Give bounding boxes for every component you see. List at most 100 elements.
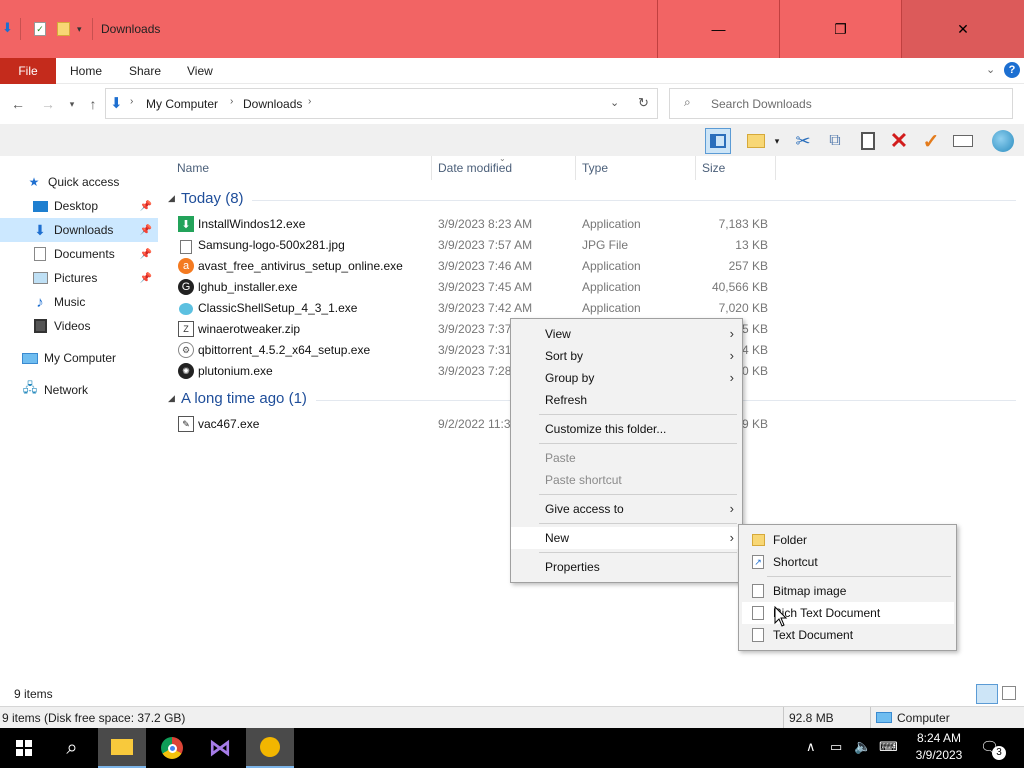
column-header-type[interactable]: Type: [576, 156, 696, 180]
menu-item-label: Paste shortcut: [545, 473, 622, 487]
menu-item-label: Paste: [545, 451, 576, 465]
new-submenu: Folder ↗ Shortcut Bitmap image Rich Text…: [738, 524, 957, 651]
nav-item-pictures[interactable]: Pictures 📌: [0, 266, 158, 290]
show-hidden-icons-icon[interactable]: ∧: [806, 739, 816, 755]
volume-icon[interactable]: 🔈: [854, 738, 871, 755]
nav-item-documents[interactable]: Documents 📌: [0, 242, 158, 266]
file-type: Application: [582, 217, 641, 231]
taskbar-installer[interactable]: [246, 728, 294, 768]
collapse-icon[interactable]: ◢: [168, 393, 175, 404]
cut-icon[interactable]: ✂: [790, 128, 816, 154]
checkmark-icon[interactable]: ✓: [918, 128, 944, 154]
menu-item-label: Give access to: [545, 502, 624, 516]
up-button[interactable]: ↑: [84, 94, 102, 114]
nav-item-desktop[interactable]: Desktop 📌: [0, 194, 158, 218]
properties-icon[interactable]: ✓: [34, 22, 46, 36]
file-row[interactable]: Samsung-logo-500x281.jpg 3/9/2023 7:57 A…: [160, 235, 780, 256]
nav-item-quick-access[interactable]: ★ Quick access: [0, 170, 158, 194]
new-folder-icon[interactable]: [57, 22, 70, 36]
back-button[interactable]: ←: [9, 94, 27, 114]
column-header-name[interactable]: Name: [171, 156, 432, 180]
breadcrumb-my-computer[interactable]: My Computer: [146, 97, 218, 111]
nav-item-my-computer[interactable]: My Computer: [0, 346, 158, 370]
delete-icon[interactable]: ✕: [886, 128, 912, 154]
collapse-icon[interactable]: ◢: [168, 193, 175, 204]
menu-item-customize-folder[interactable]: Customize this folder...: [511, 418, 742, 440]
file-row[interactable]: ⬇ InstallWindos12.exe 3/9/2023 8:23 AM A…: [160, 214, 780, 235]
pictures-icon: [32, 270, 48, 286]
paste-icon[interactable]: [855, 128, 881, 154]
nav-item-music[interactable]: ♪ Music: [0, 290, 158, 314]
refresh-icon[interactable]: ↻: [638, 95, 649, 111]
tab-home[interactable]: Home: [56, 58, 116, 84]
chevron-down-icon[interactable]: ▾: [770, 128, 784, 154]
menu-item-new[interactable]: New ›: [511, 527, 742, 549]
nav-item-videos[interactable]: Videos: [0, 314, 158, 338]
network-tray-icon[interactable]: ▭: [830, 739, 842, 755]
customize-quick-access-icon[interactable]: ▾: [77, 24, 82, 35]
group-header-today[interactable]: ◢ Today (8): [168, 190, 1016, 208]
clock[interactable]: 8:24 AM 3/9/2023: [912, 730, 966, 764]
navigation-pane-icon[interactable]: [705, 128, 731, 154]
menu-item-label: Rich Text Document: [773, 606, 881, 620]
chevron-right-icon[interactable]: ›: [130, 96, 133, 107]
menu-item-properties[interactable]: Properties: [511, 556, 742, 578]
menu-item-sort-by[interactable]: Sort by ›: [511, 345, 742, 367]
submenu-item-folder[interactable]: Folder: [739, 529, 956, 551]
file-row[interactable]: G lghub_installer.exe 3/9/2023 7:45 AM A…: [160, 277, 780, 298]
address-bar[interactable]: ⬇ › My Computer › Downloads › ⌄ ↻: [105, 88, 658, 119]
help-icon[interactable]: ?: [1004, 62, 1020, 78]
close-button[interactable]: ✕: [901, 0, 1024, 58]
details-view-icon[interactable]: [976, 684, 998, 704]
computer-icon: [22, 350, 38, 366]
globe-icon[interactable]: [990, 128, 1016, 154]
chrome-icon: [161, 737, 183, 759]
column-header-size[interactable]: Size: [696, 156, 776, 180]
file-date: 3/9/2023 8:23 AM: [438, 217, 533, 231]
submenu-item-shortcut[interactable]: ↗ Shortcut: [739, 551, 956, 573]
file-row[interactable]: ClassicShellSetup_4_3_1.exe 3/9/2023 7:4…: [160, 298, 780, 319]
breadcrumb-downloads[interactable]: Downloads: [243, 97, 302, 111]
menu-item-give-access[interactable]: Give access to ›: [511, 498, 742, 520]
recent-locations-button[interactable]: ▾: [63, 94, 81, 114]
search-box[interactable]: ⌕ Search Downloads: [669, 88, 1013, 119]
column-header-date[interactable]: Date modified: [432, 156, 576, 180]
nav-item-network[interactable]: 🖧 Network: [0, 378, 158, 402]
tab-view[interactable]: View: [173, 58, 227, 84]
file-row[interactable]: a avast_free_antivirus_setup_online.exe …: [160, 256, 780, 277]
file-type: Application: [582, 259, 641, 273]
menu-item-paste-shortcut: Paste shortcut: [511, 469, 742, 491]
chevron-right-icon[interactable]: ›: [308, 96, 311, 107]
maximize-button[interactable]: ❐: [779, 0, 901, 58]
chevron-right-icon[interactable]: ›: [230, 96, 233, 107]
rename-icon[interactable]: [950, 128, 976, 154]
nav-label: Network: [44, 383, 89, 397]
menu-item-refresh[interactable]: Refresh: [511, 389, 742, 411]
copy-icon[interactable]: ⧉: [822, 128, 848, 154]
start-button[interactable]: [0, 728, 48, 768]
search-button[interactable]: ⌕: [48, 728, 96, 768]
minimize-button[interactable]: —: [657, 0, 779, 58]
large-icons-view-icon[interactable]: [1002, 686, 1016, 700]
taskbar-visual-studio[interactable]: ⋈: [196, 728, 244, 768]
menu-item-group-by[interactable]: Group by ›: [511, 367, 742, 389]
nav-item-downloads[interactable]: ⬇ Downloads 📌: [0, 218, 158, 242]
address-history-dropdown-icon[interactable]: ⌄: [610, 96, 619, 109]
menu-item-label: Group by: [545, 371, 595, 385]
expand-ribbon-icon[interactable]: ⌄: [986, 63, 995, 76]
file-name: lghub_installer.exe: [198, 280, 298, 294]
submenu-item-bitmap[interactable]: Bitmap image: [739, 580, 956, 602]
tab-file[interactable]: File: [0, 58, 56, 84]
forward-button[interactable]: →: [39, 94, 57, 114]
taskbar-chrome[interactable]: [148, 728, 196, 768]
new-folder-icon[interactable]: [743, 128, 769, 154]
location-label: Computer: [897, 711, 950, 725]
tab-share[interactable]: Share: [115, 58, 175, 84]
search-input[interactable]: Search Downloads: [711, 97, 812, 111]
keyboard-icon[interactable]: ⌨: [879, 739, 898, 755]
nav-label: My Computer: [44, 351, 117, 365]
menu-item-view[interactable]: View ›: [511, 323, 742, 345]
notification-center-button[interactable]: 🗨 3: [980, 736, 1006, 760]
taskbar-file-explorer[interactable]: [98, 728, 146, 768]
submenu-item-text-document[interactable]: Text Document: [739, 624, 956, 646]
